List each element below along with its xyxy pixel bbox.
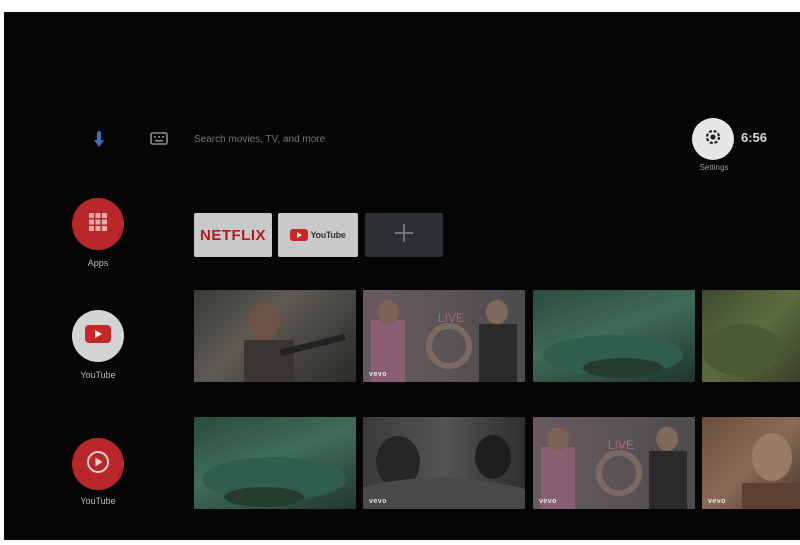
keyboard-search-icon[interactable]	[150, 132, 168, 146]
video-thumbnail[interactable]: vevo	[702, 417, 800, 509]
plus-icon	[392, 221, 416, 250]
gear-icon	[704, 128, 722, 151]
tv-home-screen: Settings 6:56 Apps YouTube	[4, 12, 800, 540]
vevo-badge: vevo	[708, 498, 726, 505]
netflix-logo: NETFLIX	[200, 226, 266, 244]
rail-label-youtube-2: YouTube	[80, 496, 116, 506]
voice-search-mic-icon[interactable]	[90, 129, 108, 153]
apps-grid-icon	[87, 211, 109, 238]
youtube-music-rail-button[interactable]	[72, 438, 124, 490]
youtube-rail-button[interactable]	[72, 310, 124, 362]
rail-label-youtube: YouTube	[80, 370, 116, 380]
apps-button[interactable]	[72, 198, 124, 250]
youtube-play-icon	[85, 324, 111, 348]
video-thumbnail[interactable]	[702, 290, 800, 382]
youtube-logo-text: YouTube	[310, 230, 346, 240]
settings-label: Settings	[699, 163, 729, 172]
rail-label-apps: Apps	[87, 258, 109, 268]
clock-time: 6:56	[741, 130, 768, 145]
youtube-circle-play-icon	[85, 449, 111, 480]
vevo-badge: vevo	[369, 498, 387, 505]
svg-text:LIVE: LIVE	[608, 438, 634, 452]
svg-text:LIVE: LIVE	[438, 311, 464, 325]
youtube-logo-icon: YouTube	[290, 229, 346, 241]
video-thumbnail[interactable]: LIVE vevo	[363, 290, 525, 382]
video-thumbnail[interactable]: LIVE vevo	[533, 417, 695, 509]
search-input[interactable]	[194, 132, 454, 148]
video-thumbnail[interactable]	[194, 290, 356, 382]
vevo-badge: vevo	[539, 498, 557, 505]
netflix-app-tile[interactable]: NETFLIX	[194, 213, 272, 257]
youtube-app-tile[interactable]: YouTube	[278, 213, 358, 257]
vevo-badge: vevo	[369, 371, 387, 378]
settings-button[interactable]	[692, 118, 734, 160]
video-thumbnail[interactable]	[194, 417, 356, 509]
add-app-tile[interactable]	[365, 213, 443, 257]
video-thumbnail[interactable]: vevo	[363, 417, 525, 509]
video-thumbnail[interactable]	[533, 290, 695, 382]
